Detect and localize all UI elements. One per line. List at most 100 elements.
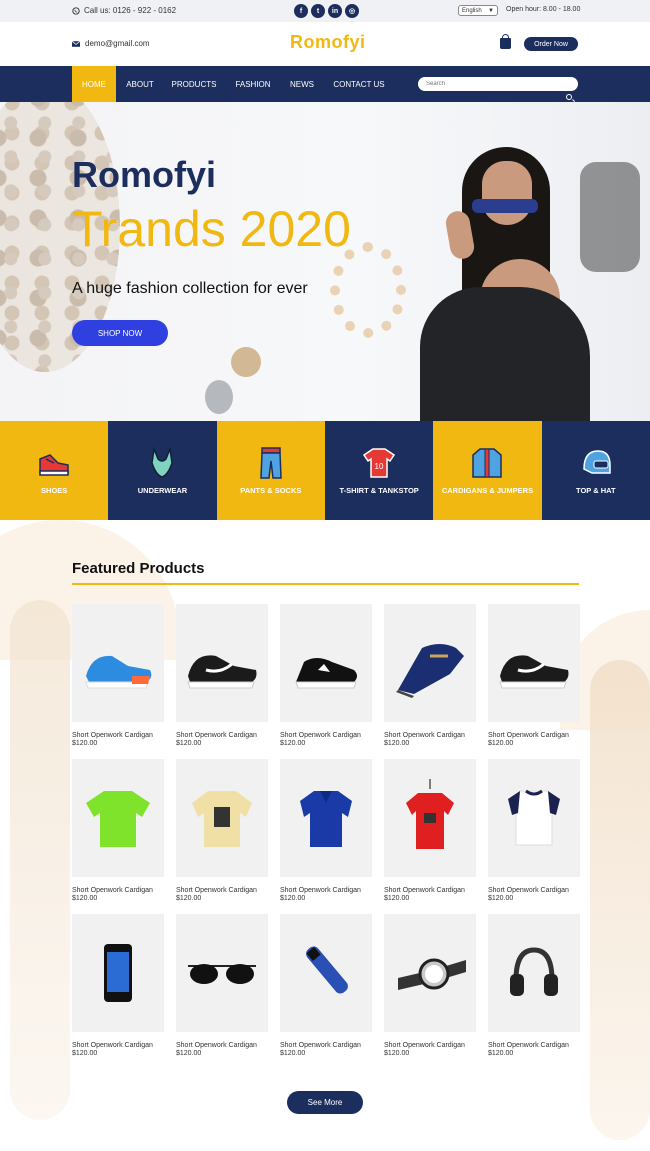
product-image[interactable]	[72, 604, 164, 722]
product-card[interactable]: Short Openwork Cardigan $120.00	[280, 759, 372, 902]
product-card[interactable]: Short Openwork Cardigan $120.00	[280, 914, 372, 1057]
nav-item-fashion[interactable]: FASHION	[232, 66, 274, 102]
product-name[interactable]: Short Openwork Cardigan	[72, 1042, 164, 1049]
email-contact[interactable]: demo@gmail.com	[72, 39, 150, 48]
product-price: $120.00	[384, 1050, 410, 1057]
product-name[interactable]: Short Openwork Cardigan	[384, 1042, 476, 1049]
product-image[interactable]	[72, 759, 164, 877]
product-name[interactable]: Short Openwork Cardigan	[72, 732, 164, 739]
jacket-icon	[472, 448, 503, 478]
phone-contact[interactable]: Call us: 0126 - 922 - 0162	[72, 6, 176, 15]
product-name[interactable]: Short Openwork Cardigan	[176, 732, 268, 739]
product-name[interactable]: Short Openwork Cardigan	[280, 732, 372, 739]
hero-subtitle: A huge fashion collection for ever	[72, 280, 308, 297]
nav-item-about[interactable]: ABOUT	[120, 66, 160, 102]
whatsapp-icon	[72, 6, 80, 15]
product-card[interactable]: Short Openwork Cardigan $120.00	[488, 914, 580, 1057]
caret-down-icon: ▼	[488, 7, 494, 14]
twitter-icon[interactable]: t	[311, 4, 325, 18]
product-image[interactable]	[488, 604, 580, 722]
product-price: $120.00	[488, 1050, 514, 1057]
product-card[interactable]: Short Openwork Cardigan $120.00	[176, 914, 268, 1057]
sneaker-icon	[39, 454, 69, 476]
smartphone-icon	[104, 944, 132, 1002]
linkedin-icon[interactable]: in	[328, 4, 342, 18]
product-image[interactable]	[280, 604, 372, 722]
nav-item-news[interactable]: NEWS	[288, 66, 316, 102]
product-image[interactable]	[176, 914, 268, 1032]
category-underwear[interactable]: UNDERWEAR	[108, 421, 217, 520]
nav-item-contact[interactable]: CONTACT US	[330, 66, 388, 102]
product-card[interactable]: Short Openwork Cardigan $120.00	[488, 759, 580, 902]
product-card[interactable]: Short Openwork Cardigan $120.00	[72, 914, 164, 1057]
product-price: $120.00	[72, 740, 98, 747]
category-cardigans-jumpers[interactable]: CARDIGANS & JUMPERS	[433, 421, 542, 520]
product-card[interactable]: Short Openwork Cardigan $120.00	[384, 914, 476, 1057]
green-tshirt-icon	[86, 791, 150, 847]
category-label: T-SHIRT & TANKSTOP	[339, 486, 419, 495]
sunglasses-icon	[188, 964, 256, 984]
category-shoes[interactable]: SHOES	[0, 421, 109, 520]
product-name[interactable]: Short Openwork Cardigan	[72, 887, 164, 894]
swimsuit-icon	[151, 446, 174, 478]
nav-item-home[interactable]: HOME	[72, 66, 116, 102]
product-name[interactable]: Short Openwork Cardigan	[384, 732, 476, 739]
product-price: $120.00	[72, 895, 98, 902]
fashion-girl-illustration	[590, 660, 650, 1140]
wristwatch-icon	[398, 958, 466, 990]
product-name[interactable]: Short Openwork Cardigan	[488, 732, 580, 739]
category-label: TOP & HAT	[576, 486, 616, 495]
product-card[interactable]: Short Openwork Cardigan $120.00	[280, 604, 372, 747]
envelope-icon	[72, 40, 80, 47]
product-name[interactable]: Short Openwork Cardigan	[488, 1042, 580, 1049]
product-image[interactable]	[384, 759, 476, 877]
product-name[interactable]: Short Openwork Cardigan	[176, 887, 268, 894]
product-card[interactable]: Short Openwork Cardigan $120.00	[176, 604, 268, 747]
product-card[interactable]: Short Openwork Cardigan $120.00	[384, 604, 476, 747]
product-image[interactable]	[488, 914, 580, 1032]
email-label: demo@gmail.com	[85, 39, 150, 48]
product-name[interactable]: Short Openwork Cardigan	[488, 887, 580, 894]
product-card[interactable]: Short Openwork Cardigan $120.00	[488, 604, 580, 747]
product-image[interactable]	[176, 759, 268, 877]
site-logo[interactable]: Romofyi	[290, 32, 366, 53]
main-nav: HOME ABOUT PRODUCTS FASHION NEWS CONTACT…	[0, 66, 650, 102]
product-card[interactable]: Short Openwork Cardigan $120.00	[176, 759, 268, 902]
shop-now-button[interactable]: SHOP NOW	[72, 320, 168, 346]
product-price: $120.00	[176, 895, 202, 902]
product-image[interactable]	[384, 914, 476, 1032]
product-image[interactable]	[72, 914, 164, 1032]
product-name[interactable]: Short Openwork Cardigan	[176, 1042, 268, 1049]
product-card[interactable]: Short Openwork Cardigan $120.00	[72, 604, 164, 747]
header: demo@gmail.com Romofyi Order Now	[0, 22, 650, 66]
product-name[interactable]: Short Openwork Cardigan	[384, 887, 476, 894]
product-price: $120.00	[72, 1050, 98, 1057]
product-image[interactable]	[280, 914, 372, 1032]
see-more-button[interactable]: See More	[287, 1091, 363, 1114]
product-image[interactable]	[280, 759, 372, 877]
shopping-bag-icon[interactable]	[500, 34, 511, 49]
category-tshirt-tankstop[interactable]: 10 T-SHIRT & TANKSTOP	[324, 421, 434, 520]
svg-text:10: 10	[375, 462, 384, 471]
order-now-button[interactable]: Order Now	[524, 37, 578, 51]
product-image[interactable]	[384, 604, 476, 722]
beige-tshirt-icon	[192, 791, 252, 847]
product-card[interactable]: Short Openwork Cardigan $120.00	[384, 759, 476, 902]
bead-decoration	[231, 347, 261, 377]
category-top-hat[interactable]: TOP & HAT	[541, 421, 650, 520]
product-card[interactable]: Short Openwork Cardigan $120.00	[72, 759, 164, 902]
nav-item-products[interactable]: PRODUCTS	[170, 66, 218, 102]
product-image[interactable]	[176, 604, 268, 722]
jersey-icon: 10	[363, 448, 396, 478]
product-image[interactable]	[488, 759, 580, 877]
facebook-icon[interactable]: f	[294, 4, 308, 18]
language-select[interactable]: English ▼	[458, 5, 498, 16]
category-pants-socks[interactable]: PANTS & SOCKS	[216, 421, 325, 520]
instagram-icon[interactable]: ◎	[345, 4, 359, 18]
navy-loafer-icon	[396, 644, 464, 698]
search-icon[interactable]	[566, 94, 572, 100]
black-sneaker-icon	[499, 655, 569, 689]
product-name[interactable]: Short Openwork Cardigan	[280, 1042, 372, 1049]
product-name[interactable]: Short Openwork Cardigan	[280, 887, 372, 894]
search-input[interactable]	[418, 77, 578, 91]
